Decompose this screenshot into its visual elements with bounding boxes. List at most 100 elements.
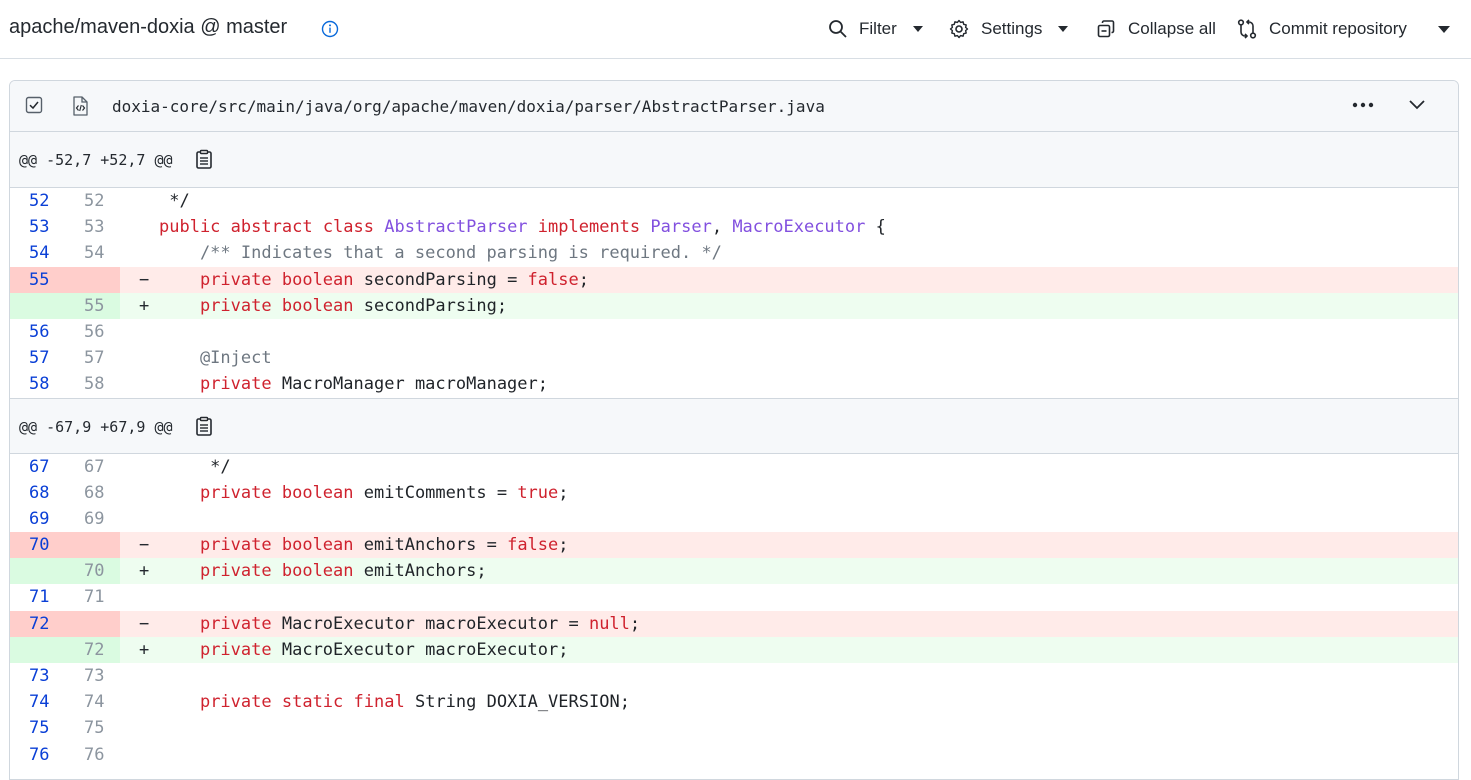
commit-repository-label: Commit repository <box>1269 19 1407 38</box>
commit-repository-button[interactable]: Commit repository <box>1236 17 1407 41</box>
settings-button[interactable]: Settings <box>949 17 1069 41</box>
old-line-number[interactable]: 74 <box>10 689 65 715</box>
addition-marker: + <box>139 561 150 582</box>
chevron-down-icon <box>1058 26 1069 32</box>
diff-row-context: 74 74 private static final String DOXIA_V… <box>10 689 1458 715</box>
old-line-number[interactable]: 57 <box>10 345 65 371</box>
code-line: */ <box>159 191 190 211</box>
new-line-number[interactable]: 67 <box>65 454 120 480</box>
new-line-number[interactable]: 72 <box>65 636 120 663</box>
diff-row-context: 52 52 */ <box>10 188 1458 214</box>
new-line-number[interactable] <box>65 610 120 637</box>
code-line: private boolean emitAnchors = false; <box>199 535 569 556</box>
old-line-number[interactable]: 67 <box>10 454 65 480</box>
old-line-number[interactable]: 55 <box>10 266 65 293</box>
diff-row-context: 54 54 /** Indicates that a second parsing… <box>10 240 1458 266</box>
new-line-number[interactable]: 69 <box>65 506 120 532</box>
file-diff-panel: doxia-core/src/main/java/org/apache/mave… <box>9 80 1459 780</box>
code-line: public abstract class AbstractParser imp… <box>159 217 886 238</box>
diff-row-deleted: 55 − private boolean secondParsing = fals… <box>10 266 1458 293</box>
old-line-number[interactable]: 71 <box>10 584 65 610</box>
addition-marker: + <box>139 295 150 316</box>
code-line: private static final String DOXIA_VERSIO… <box>199 692 630 713</box>
old-line-number[interactable]: 68 <box>10 480 65 506</box>
diff-row-context: 68 68 private boolean emitComments = true… <box>10 480 1458 506</box>
new-line-number[interactable]: 55 <box>65 292 120 319</box>
diff-row-context: 57 57 @Inject <box>10 345 1458 371</box>
chevron-down-icon[interactable] <box>1406 93 1428 115</box>
new-line-number[interactable]: 74 <box>65 689 120 715</box>
old-line-number[interactable] <box>10 636 65 663</box>
new-line-number[interactable]: 52 <box>65 188 120 214</box>
code-line: */ <box>159 456 231 477</box>
code-line: private MacroExecutor macroExecutor = nu… <box>199 613 641 634</box>
diff-row-context: 75 75 <box>10 715 1458 741</box>
new-line-number[interactable]: 54 <box>65 240 120 266</box>
new-line-number[interactable]: 76 <box>65 742 120 768</box>
git-compare-icon <box>1237 19 1257 39</box>
new-line-number[interactable]: 68 <box>65 480 120 506</box>
diff-row-deleted: 72 − private MacroExecutor macroExecutor … <box>10 610 1458 637</box>
diff-row-context: 67 67 */ <box>10 454 1458 480</box>
new-line-number[interactable]: 56 <box>65 319 120 345</box>
old-line-number[interactable] <box>10 292 65 319</box>
addition-marker: + <box>139 639 150 660</box>
new-line-number[interactable]: 70 <box>65 558 120 585</box>
old-line-number[interactable]: 56 <box>10 319 65 345</box>
code-line: private boolean emitAnchors; <box>199 561 487 582</box>
new-line-number[interactable] <box>65 266 120 293</box>
old-line-number[interactable]: 69 <box>10 506 65 532</box>
diff-row-context: 76 76 <box>10 742 1458 768</box>
old-line-number[interactable]: 54 <box>10 240 65 266</box>
hunk-body: 52 52 */53 53 public abstract class Abstrac… <box>10 188 1458 398</box>
diff-row-added: 72 + private MacroExecutor macroExecutor; <box>10 636 1458 663</box>
old-line-number[interactable]: 76 <box>10 742 65 768</box>
info-icon[interactable] <box>321 20 339 38</box>
diff-row-context: 56 56 <box>10 319 1458 345</box>
hunk-header: @@ -67,9 +67,9 @@ <box>10 397 1458 454</box>
old-line-number[interactable]: 53 <box>10 214 65 240</box>
deletion-marker: − <box>139 535 150 556</box>
collapse-all-label: Collapse all <box>1128 19 1216 38</box>
old-line-number[interactable]: 58 <box>10 371 65 397</box>
hunk-range: @@ -52,7 +52,7 @@ <box>19 151 173 169</box>
clipboard-icon[interactable] <box>194 149 214 169</box>
gear-icon <box>949 19 969 39</box>
old-line-number[interactable]: 75 <box>10 715 65 741</box>
filter-label: Filter <box>859 19 897 38</box>
diff-row-added: 70 + private boolean emitAnchors; <box>10 558 1458 585</box>
new-line-number[interactable]: 58 <box>65 371 120 397</box>
code-line: private boolean emitComments = true; <box>199 482 569 503</box>
diff-row-context: 53 53 public abstract class AbstractParser… <box>10 214 1458 240</box>
diff-row-context: 69 69 <box>10 506 1458 532</box>
chevron-down-icon <box>912 26 923 32</box>
new-line-number[interactable]: 57 <box>65 345 120 371</box>
new-line-number[interactable]: 75 <box>65 715 120 741</box>
diff-row-added: 55 + private boolean secondParsing; <box>10 292 1458 319</box>
settings-label: Settings <box>981 19 1043 38</box>
old-line-number[interactable]: 72 <box>10 610 65 637</box>
collapse-all-button[interactable]: Collapse all <box>1096 17 1216 41</box>
filter-button[interactable]: Filter <box>828 17 923 41</box>
diff-row-context: 71 71 <box>10 584 1458 610</box>
code-line: @Inject <box>159 348 272 369</box>
file-path: doxia-core/src/main/java/org/apache/mave… <box>112 97 825 116</box>
old-line-number[interactable]: 73 <box>10 663 65 689</box>
diff-row-context: 73 73 <box>10 663 1458 689</box>
old-line-number[interactable] <box>10 558 65 585</box>
new-line-number[interactable]: 73 <box>65 663 120 689</box>
kebab-horizontal-icon[interactable] <box>1351 97 1375 113</box>
collapse-icon <box>1097 20 1115 38</box>
old-line-number[interactable]: 70 <box>10 532 65 559</box>
new-line-number[interactable]: 53 <box>65 214 120 240</box>
code-line: /** Indicates that a second parsing is r… <box>159 243 722 264</box>
old-line-number[interactable]: 52 <box>10 188 65 214</box>
clipboard-icon[interactable] <box>194 416 214 436</box>
new-line-number[interactable]: 71 <box>65 584 120 610</box>
file-header: doxia-core/src/main/java/org/apache/mave… <box>10 81 1458 132</box>
diff-row-deleted: 70 − private boolean emitAnchors = false; <box>10 532 1458 559</box>
checkbox-checked-icon[interactable] <box>25 96 43 114</box>
new-line-number[interactable] <box>65 532 120 559</box>
code-line: private boolean secondParsing = false; <box>199 269 589 290</box>
chevron-down-icon[interactable] <box>1438 26 1450 33</box>
